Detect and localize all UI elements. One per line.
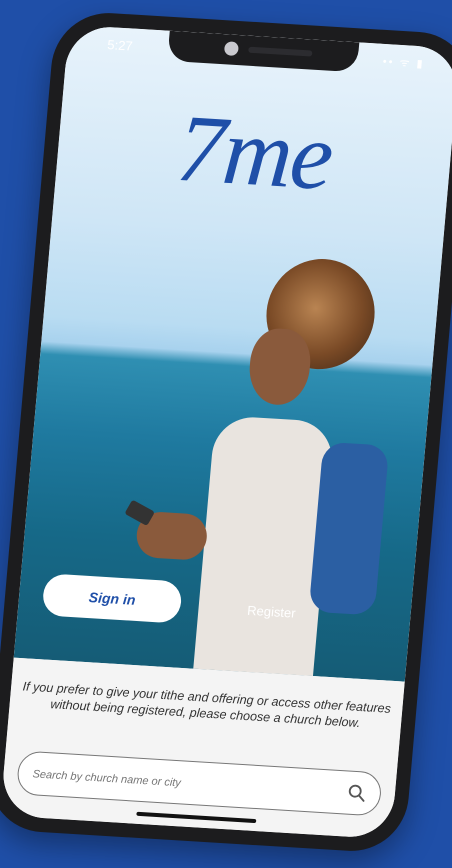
status-time: 5:27 [106, 37, 134, 54]
status-icons: •• ᯤ ▮ [382, 55, 426, 71]
church-search[interactable] [15, 750, 383, 817]
person-face [246, 327, 314, 407]
church-search-input[interactable] [28, 752, 338, 815]
camera-icon [223, 41, 240, 57]
guest-panel: If you prefer to give your tithe and off… [0, 657, 405, 840]
app-screen: 5:27 •• ᯤ ▮ 7me Sign in Register If you … [0, 24, 452, 840]
phone-mockup: 5:27 •• ᯤ ▮ 7me Sign in Register If you … [0, 9, 452, 855]
sign-in-button[interactable]: Sign in [41, 573, 183, 624]
speaker-grille [248, 46, 313, 57]
search-icon[interactable] [345, 781, 369, 804]
backpack [308, 441, 390, 616]
guest-info-text: If you prefer to give your tithe and off… [22, 679, 392, 731]
home-indicator[interactable] [136, 811, 257, 824]
